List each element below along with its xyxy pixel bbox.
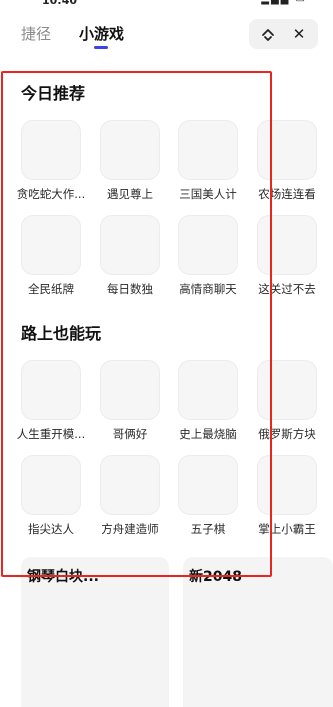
game-icon[interactable] xyxy=(21,455,81,515)
game-label: 全民纸牌 xyxy=(28,282,74,296)
tab-minigame[interactable]: 小游戏 xyxy=(79,24,124,44)
game-label: 史上最烧脑 xyxy=(179,427,237,441)
game-icon[interactable] xyxy=(257,215,317,275)
game-icon[interactable] xyxy=(100,455,160,515)
active-tab-indicator xyxy=(94,46,108,49)
game-label: 俄罗斯方块 xyxy=(258,427,316,441)
game-icon[interactable] xyxy=(257,360,317,420)
status-time: 10:40 xyxy=(42,0,78,7)
game-label: 贪吃蛇大作... xyxy=(16,187,86,201)
game-label: 三国美人计 xyxy=(179,187,237,201)
capsule-menu: ✕ xyxy=(249,19,318,49)
game-icon[interactable] xyxy=(257,120,317,180)
game-label: 农场连连看 xyxy=(258,187,316,201)
game-icon[interactable] xyxy=(21,215,81,275)
game-icon[interactable] xyxy=(178,120,238,180)
game-card-title: 钢琴白块... xyxy=(27,569,99,585)
game-label: 遇见尊上 xyxy=(107,187,153,201)
game-icon[interactable] xyxy=(100,360,160,420)
section-title-recommend: 今日推荐 xyxy=(21,84,86,103)
game-card-title: 新2048 xyxy=(189,569,242,585)
game-label: 掌上小霸王 xyxy=(258,522,316,536)
refresh-icon xyxy=(262,29,274,41)
game-label: 人生重开模... xyxy=(16,427,86,441)
close-button[interactable]: ✕ xyxy=(282,19,316,49)
close-icon: ✕ xyxy=(292,25,306,43)
game-icon[interactable] xyxy=(178,455,238,515)
game-label: 高情商聊天 xyxy=(179,282,237,296)
game-label: 每日数独 xyxy=(107,282,153,296)
game-icon[interactable] xyxy=(100,120,160,180)
tab-shortcut[interactable]: 捷径 xyxy=(21,24,51,44)
game-icon[interactable] xyxy=(257,455,317,515)
game-icon[interactable] xyxy=(21,120,81,180)
section-title-on-the-road: 路上也能玩 xyxy=(21,324,102,343)
game-icon[interactable] xyxy=(178,215,238,275)
game-label: 这关过不去 xyxy=(258,282,316,296)
refresh-button[interactable] xyxy=(251,19,285,49)
status-icons: ▂▄▆ ▭ xyxy=(261,0,307,5)
game-label: 方舟建造师 xyxy=(101,522,159,536)
game-icon[interactable] xyxy=(178,360,238,420)
game-card[interactable]: 钢琴白块... xyxy=(21,557,169,707)
game-label: 指尖达人 xyxy=(28,522,74,536)
game-label: 哥俩好 xyxy=(112,427,148,441)
game-icon[interactable] xyxy=(100,215,160,275)
game-card[interactable]: 新2048 xyxy=(183,557,333,707)
game-icon[interactable] xyxy=(21,360,81,420)
status-bar: 10:40 ▂▄▆ ▭ xyxy=(0,0,333,10)
game-label: 五子棋 xyxy=(190,522,226,536)
